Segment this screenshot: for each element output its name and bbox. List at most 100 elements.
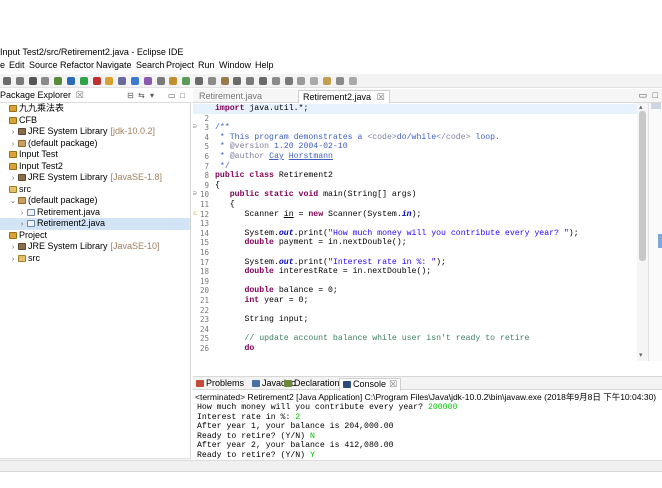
- toggle-mark-icon[interactable]: [195, 77, 203, 85]
- link-editor-icon[interactable]: ⇆: [138, 91, 145, 100]
- console-output[interactable]: How much money will you contribute every…: [193, 402, 662, 460]
- tree-item[interactable]: › (default package): [0, 138, 190, 150]
- maximize-icon[interactable]: □: [653, 90, 658, 100]
- whitespace-icon[interactable]: [310, 77, 319, 85]
- menu-item-edit[interactable]: Edit: [9, 60, 25, 70]
- scroll-thumb[interactable]: [639, 111, 646, 261]
- code-line: public class Retirement2: [215, 171, 333, 181]
- menu-item-refactor[interactable]: Refactor: [60, 60, 94, 70]
- code-line: Scanner in = new Scanner(System.in);: [215, 209, 422, 219]
- open-type-icon[interactable]: [143, 77, 152, 85]
- code-line: // update account balance while user isn…: [244, 334, 530, 344]
- tree-item[interactable]: Input Test2: [0, 161, 190, 173]
- line-number: 7: [204, 161, 209, 171]
- history-icon[interactable]: [323, 77, 331, 85]
- close-icon[interactable]: ☒: [389, 379, 397, 389]
- line-number-gutter: 123⊖45678910⊖1112⚠1314151617181920212223…: [193, 103, 211, 361]
- next-annotation-icon[interactable]: [207, 77, 216, 85]
- minimize-icon[interactable]: ▭: [638, 90, 647, 101]
- tab-console[interactable]: Console ☒: [339, 378, 402, 391]
- fold-icon[interactable]: ⊖: [193, 190, 197, 200]
- annotation-icon[interactable]: [182, 77, 191, 85]
- menu-item-run[interactable]: Run: [198, 60, 215, 70]
- code-line: */: [215, 161, 230, 171]
- tree-item[interactable]: Project: [0, 230, 190, 242]
- maximize-icon[interactable]: □: [180, 91, 185, 100]
- tree-item[interactable]: › Retirement.java: [0, 207, 190, 219]
- save-icon[interactable]: [15, 77, 24, 85]
- menu-item-navigate[interactable]: Navigate: [96, 60, 132, 70]
- close-icon[interactable]: ☒: [76, 90, 84, 100]
- tab-problems[interactable]: Problems: [196, 378, 244, 388]
- run-icon[interactable]: [92, 77, 101, 85]
- chevron-right-icon[interactable]: ›: [18, 208, 26, 219]
- navigate-icon[interactable]: [335, 77, 344, 85]
- package-explorer-tab[interactable]: Package Explorer ☒: [0, 90, 84, 101]
- build-icon[interactable]: [54, 77, 63, 85]
- pin-icon[interactable]: [271, 77, 280, 85]
- chevron-right-icon[interactable]: ›: [9, 139, 17, 150]
- external-tools-icon[interactable]: [67, 77, 75, 85]
- print-icon[interactable]: [28, 77, 37, 85]
- console-user-input: N: [310, 431, 315, 441]
- tab-retirement2-java[interactable]: Retirement2.java ☒: [298, 90, 390, 103]
- chevron-right-icon[interactable]: ›: [18, 219, 26, 230]
- scroll-up-icon[interactable]: ▴: [639, 103, 643, 111]
- chevron-right-icon[interactable]: ›: [9, 242, 17, 253]
- block-select-icon[interactable]: [297, 77, 306, 85]
- forward-icon[interactable]: [259, 77, 267, 85]
- tree-item-label: JRE System Library: [28, 172, 108, 182]
- open-task-icon[interactable]: [169, 77, 178, 85]
- code-editor[interactable]: 123⊖45678910⊖1112⚠1314151617181920212223…: [193, 103, 648, 361]
- tab-declaration[interactable]: Declaration: [284, 378, 340, 388]
- tree-item[interactable]: CFB: [0, 115, 190, 127]
- back-icon[interactable]: [246, 77, 255, 85]
- menu-item-search[interactable]: Search: [136, 60, 165, 70]
- menu-item-help[interactable]: Help: [255, 60, 274, 70]
- debug-icon[interactable]: [79, 77, 88, 85]
- chevron-right-icon[interactable]: ›: [9, 173, 17, 184]
- line-number: 11: [199, 200, 209, 209]
- tree-item[interactable]: › JRE System Library [JavaSE-1.8]: [0, 172, 190, 184]
- chevron-down-icon[interactable]: ⌄: [9, 196, 17, 207]
- tab-retirement-java[interactable]: Retirement.java: [195, 90, 266, 103]
- new-package-icon[interactable]: [118, 77, 127, 85]
- close-icon[interactable]: ☒: [377, 92, 385, 102]
- status-bar: [0, 460, 662, 471]
- previous-annotation-icon[interactable]: [220, 77, 229, 85]
- tree-item[interactable]: Input Test: [0, 149, 190, 161]
- chevron-right-icon[interactable]: ›: [9, 127, 17, 138]
- new-icon[interactable]: [3, 77, 11, 85]
- tree-item[interactable]: › JRE System Library [JavaSE-10]: [0, 241, 190, 253]
- editor-vertical-scrollbar[interactable]: ▴ ▾: [637, 103, 648, 361]
- settings-icon[interactable]: [41, 77, 50, 85]
- tree-item[interactable]: › Retirement2.java: [0, 218, 190, 230]
- project-icon: [9, 231, 17, 239]
- new-class-icon[interactable]: [131, 77, 139, 85]
- tree-item[interactable]: › JRE System Library [jdk-10.0.2]: [0, 126, 190, 138]
- last-edit-icon[interactable]: [233, 77, 242, 85]
- minimize-icon[interactable]: ▭: [168, 91, 176, 100]
- tree-item[interactable]: 九九乘法表: [0, 103, 190, 115]
- java-icon: [27, 220, 35, 227]
- tree-item[interactable]: › src: [0, 253, 190, 265]
- more-icon[interactable]: [348, 77, 357, 85]
- fold-icon[interactable]: ⊖: [193, 123, 197, 133]
- code-line: double payment = in.nextDouble();: [244, 238, 407, 248]
- search-icon[interactable]: [156, 77, 165, 85]
- chevron-right-icon[interactable]: ›: [9, 254, 17, 265]
- view-menu-icon[interactable]: ▾: [150, 91, 154, 100]
- menu-item-source[interactable]: Source: [29, 60, 58, 70]
- new-java-project-icon[interactable]: [105, 77, 114, 85]
- tree-item[interactable]: ⌄ (default package): [0, 195, 190, 207]
- code-line: int year = 0;: [244, 296, 309, 305]
- ruler-position-marker[interactable]: [658, 234, 662, 248]
- console-user-input: 2: [295, 412, 301, 422]
- menu-item-project[interactable]: Project: [166, 60, 194, 70]
- tree-item[interactable]: src: [0, 184, 190, 196]
- menu-item-e[interactable]: e: [0, 60, 5, 70]
- collapse-all-icon[interactable]: ⊟: [127, 91, 134, 100]
- word-wrap-icon[interactable]: [284, 77, 293, 85]
- menu-item-window[interactable]: Window: [219, 60, 251, 70]
- scroll-down-icon[interactable]: ▾: [639, 351, 643, 359]
